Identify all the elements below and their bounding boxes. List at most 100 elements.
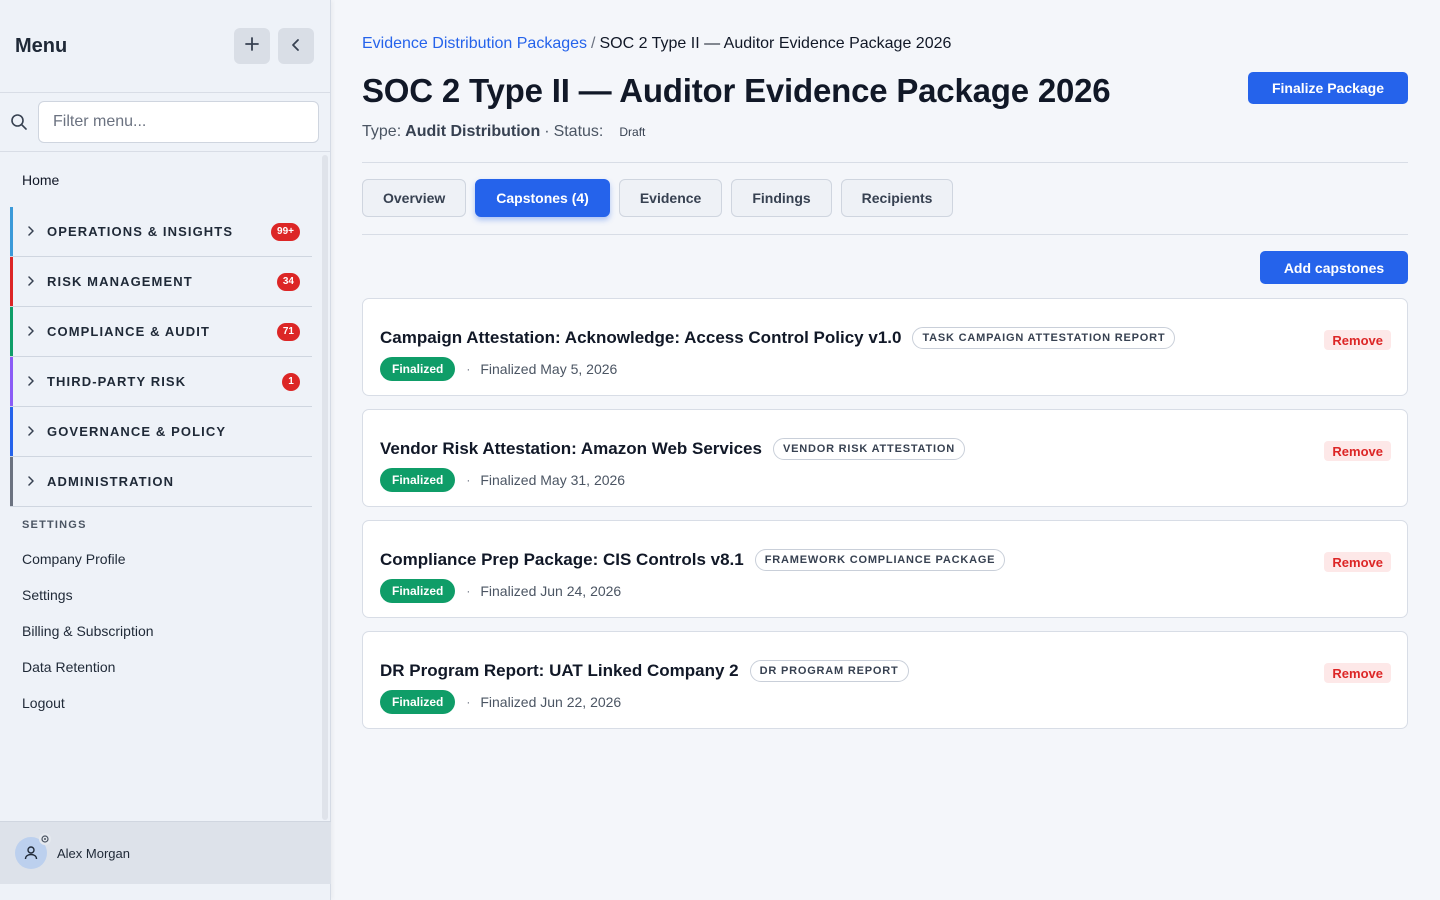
sidebar-settings-link[interactable]: Logout bbox=[0, 685, 331, 721]
finalized-date: Finalized Jun 22, 2026 bbox=[480, 694, 622, 710]
section-accent-bar bbox=[10, 407, 13, 456]
add-menu-button[interactable] bbox=[234, 28, 270, 64]
capstone-title[interactable]: Vendor Risk Attestation: Amazon Web Serv… bbox=[380, 439, 762, 459]
breadcrumb-current: SOC 2 Type II — Auditor Evidence Package… bbox=[599, 35, 952, 52]
tab-item[interactable]: Recipients bbox=[840, 179, 954, 217]
chevron-right-icon bbox=[27, 324, 37, 339]
filter-menu-input[interactable] bbox=[38, 101, 319, 143]
tab-item[interactable]: Findings bbox=[731, 179, 832, 217]
package-meta: Type: Audit Distribution · Status: Draft bbox=[362, 123, 645, 141]
section-label: OPERATIONS & INSIGHTS bbox=[47, 224, 234, 239]
sidebar-menu: Home OPERATIONS & INSIGHTS 99+ RISK MANAGE… bbox=[0, 153, 331, 821]
meta-separator: · bbox=[466, 695, 471, 709]
capstone-card: Vendor Risk Attestation: Amazon Web Serv… bbox=[362, 409, 1408, 507]
section-accent-bar bbox=[10, 457, 13, 506]
chevron-right-icon bbox=[27, 424, 37, 439]
capstone-header: Vendor Risk Attestation: Amazon Web Serv… bbox=[380, 438, 965, 460]
section-label: COMPLIANCE & AUDIT bbox=[47, 324, 211, 339]
meta-separator: · bbox=[466, 473, 471, 487]
status-label: Status: bbox=[553, 123, 604, 140]
status-badge: Finalized bbox=[380, 357, 456, 381]
capstone-card: Campaign Attestation: Acknowledge: Acces… bbox=[362, 298, 1408, 396]
capstone-type-pill: FRAMEWORK COMPLIANCE PACKAGE bbox=[754, 549, 1006, 571]
sidebar-section[interactable]: ADMINISTRATION bbox=[10, 457, 312, 507]
sidebar-header: Menu bbox=[0, 0, 330, 93]
count-badge: 34 bbox=[276, 272, 300, 291]
capstone-header: DR Program Report: UAT Linked Company 2 D… bbox=[380, 660, 909, 682]
capstone-title[interactable]: Compliance Prep Package: CIS Controls v8… bbox=[380, 550, 744, 570]
section-label: THIRD-PARTY RISK bbox=[47, 374, 187, 389]
chevron-right-icon bbox=[27, 224, 37, 239]
collapse-sidebar-button[interactable] bbox=[278, 28, 314, 64]
chevron-left-icon bbox=[289, 35, 303, 58]
tab-bar: Overview Capstones (4) Evidence Findings Rec… bbox=[362, 179, 962, 217]
meta-separator: · bbox=[544, 123, 550, 140]
search-icon bbox=[10, 113, 30, 131]
section-label: GOVERNANCE & POLICY bbox=[47, 424, 227, 439]
section-label: ADMINISTRATION bbox=[47, 474, 175, 489]
finalize-package-button[interactable]: Finalize Package bbox=[1248, 72, 1408, 104]
sidebar-settings-link[interactable]: Company Profile bbox=[0, 541, 331, 577]
sidebar-scrollbar[interactable] bbox=[322, 155, 328, 820]
section-accent-bar bbox=[10, 257, 13, 306]
remove-capstone-button[interactable]: Remove bbox=[1324, 330, 1391, 350]
capstone-type-pill: VENDOR RISK ATTESTATION bbox=[772, 438, 965, 460]
section-accent-bar bbox=[10, 207, 13, 256]
sidebar-settings-link[interactable]: Settings bbox=[0, 577, 331, 613]
tabs-divider bbox=[362, 234, 1408, 235]
sidebar: Menu Home OPERATIONS & INSIGHTS 99+ RISK M… bbox=[0, 0, 331, 900]
sidebar-item-home[interactable]: Home bbox=[0, 153, 331, 207]
breadcrumb-link[interactable]: Evidence Distribution Packages bbox=[362, 35, 587, 52]
tab-item[interactable]: Evidence bbox=[618, 179, 723, 217]
chevron-right-icon bbox=[27, 274, 37, 289]
status-badge: Finalized bbox=[380, 468, 456, 492]
remove-capstone-button[interactable]: Remove bbox=[1324, 441, 1391, 461]
count-badge: 99+ bbox=[271, 222, 300, 241]
header-divider bbox=[362, 162, 1408, 163]
count-badge: 71 bbox=[276, 322, 300, 341]
count-badge: 1 bbox=[282, 372, 300, 391]
remove-capstone-button[interactable]: Remove bbox=[1324, 552, 1391, 572]
sidebar-section[interactable]: RISK MANAGEMENT 34 bbox=[10, 257, 312, 307]
avatar[interactable] bbox=[15, 833, 51, 869]
sidebar-settings-link[interactable]: Data Retention bbox=[0, 649, 331, 685]
settings-heading: SETTINGS bbox=[22, 519, 87, 531]
capstone-meta: Finalized · Finalized Jun 24, 2026 bbox=[380, 579, 621, 603]
capstone-meta: Finalized · Finalized May 5, 2026 bbox=[380, 357, 617, 381]
status-value: Draft bbox=[619, 125, 646, 139]
capstone-header: Compliance Prep Package: CIS Controls v8… bbox=[380, 549, 1006, 571]
add-capstones-button[interactable]: Add capstones bbox=[1260, 251, 1408, 284]
sidebar-section[interactable]: THIRD-PARTY RISK 1 bbox=[10, 357, 312, 407]
remove-capstone-button[interactable]: Remove bbox=[1324, 663, 1391, 683]
capstone-title[interactable]: Campaign Attestation: Acknowledge: Acces… bbox=[380, 328, 901, 348]
meta-separator: · bbox=[466, 584, 471, 598]
finalized-date: Finalized May 5, 2026 bbox=[480, 361, 618, 377]
section-accent-bar bbox=[10, 357, 13, 406]
sidebar-section[interactable]: GOVERNANCE & POLICY bbox=[10, 407, 312, 457]
chevron-right-icon bbox=[27, 474, 37, 489]
sidebar-search bbox=[0, 93, 330, 152]
capstone-title[interactable]: DR Program Report: UAT Linked Company 2 bbox=[380, 661, 739, 681]
capstone-type-pill: DR PROGRAM REPORT bbox=[749, 660, 909, 682]
capstone-list: Campaign Attestation: Acknowledge: Acces… bbox=[362, 298, 1408, 742]
user-footer[interactable]: Alex Morgan bbox=[0, 821, 331, 884]
tab-item[interactable]: Capstones (4) bbox=[475, 179, 610, 217]
sidebar-settings-link[interactable]: Billing & Subscription bbox=[0, 613, 331, 649]
chevron-right-icon bbox=[27, 374, 37, 389]
tab-item[interactable]: Overview bbox=[362, 179, 467, 217]
plus-icon bbox=[244, 35, 260, 58]
type-value: Audit Distribution bbox=[405, 123, 541, 140]
meta-separator: · bbox=[466, 362, 471, 376]
sidebar-section[interactable]: COMPLIANCE & AUDIT 71 bbox=[10, 307, 312, 357]
sidebar-section[interactable]: OPERATIONS & INSIGHTS 99+ bbox=[10, 207, 312, 257]
capstone-type-pill: TASK CAMPAIGN ATTESTATION REPORT bbox=[912, 327, 1176, 349]
breadcrumb: Evidence Distribution Packages / SOC 2 Typ… bbox=[362, 35, 951, 53]
status-badge: Finalized bbox=[380, 579, 456, 603]
capstone-meta: Finalized · Finalized Jun 22, 2026 bbox=[380, 690, 621, 714]
capstone-header: Campaign Attestation: Acknowledge: Acces… bbox=[380, 327, 1176, 349]
capstone-meta: Finalized · Finalized May 31, 2026 bbox=[380, 468, 625, 492]
section-label: RISK MANAGEMENT bbox=[47, 274, 193, 289]
section-accent-bar bbox=[10, 307, 13, 356]
status-badge: Finalized bbox=[380, 690, 456, 714]
sidebar-title: Menu bbox=[15, 34, 68, 57]
